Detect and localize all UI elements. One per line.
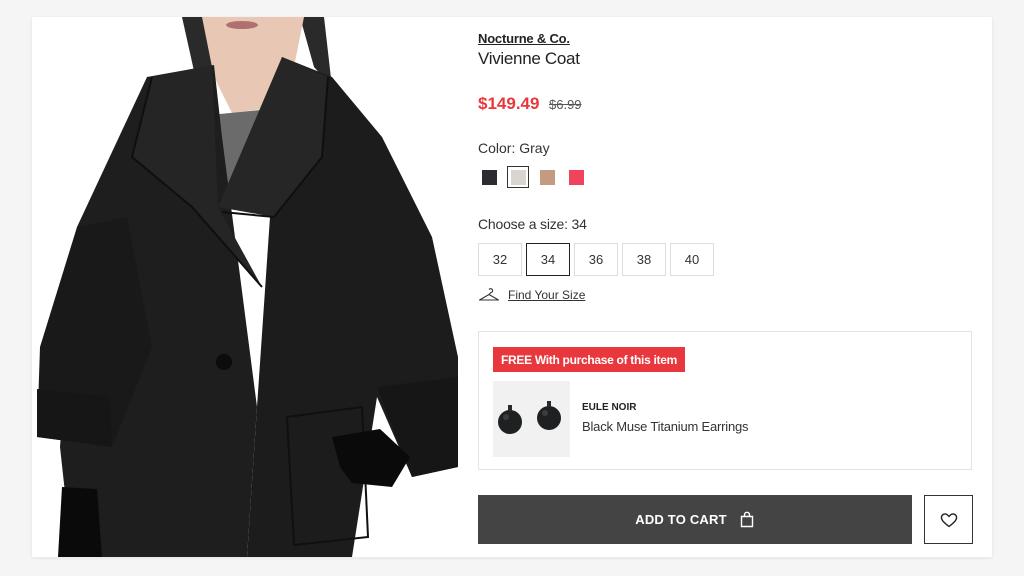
product-details: Nocturne & Co. Vivienne Coat $149.49 $6.… xyxy=(478,17,992,557)
swatch-pink-chip xyxy=(568,169,584,185)
product-image xyxy=(32,17,458,557)
brand-link[interactable]: Nocturne & Co. xyxy=(478,31,570,46)
size-option-36[interactable]: 36 xyxy=(574,243,618,276)
size-option-40[interactable]: 40 xyxy=(670,243,714,276)
swatch-camel[interactable] xyxy=(536,166,558,188)
shopping-bag-icon xyxy=(740,511,753,528)
coat-photo xyxy=(32,17,458,557)
find-your-size-link[interactable]: Find Your Size xyxy=(478,288,585,302)
heart-icon xyxy=(940,512,957,527)
free-gift-badge: FREE With purchase of this item xyxy=(493,347,685,372)
add-to-cart-button[interactable]: ADD TO CART xyxy=(478,495,912,544)
gift-name: Black Muse Titanium Earrings xyxy=(582,419,749,434)
size-options: 32 34 36 38 40 xyxy=(478,243,714,276)
sale-price: $149.49 xyxy=(478,94,540,113)
swatch-gray-chip xyxy=(510,169,526,185)
size-option-38[interactable]: 38 xyxy=(622,243,666,276)
earrings-icon xyxy=(498,401,561,434)
color-swatches xyxy=(478,166,587,188)
size-label: Choose a size: 34 xyxy=(478,216,587,232)
size-label-prefix: Choose a size: xyxy=(478,216,568,232)
swatch-camel-chip xyxy=(539,169,555,185)
add-to-cart-label: ADD TO CART xyxy=(635,512,727,527)
selected-color: Gray xyxy=(519,140,550,156)
product-name: Vivienne Coat xyxy=(478,49,580,68)
swatch-gray[interactable] xyxy=(507,166,529,188)
swatch-black[interactable] xyxy=(478,166,500,188)
free-gift-panel: FREE With purchase of this item EULE NOI… xyxy=(478,331,972,470)
original-price: $6.99 xyxy=(549,97,582,112)
gift-image[interactable] xyxy=(493,381,570,457)
swatch-pink[interactable] xyxy=(565,166,587,188)
selected-size: 34 xyxy=(571,216,587,232)
find-your-size-label: Find Your Size xyxy=(508,288,586,302)
size-option-32[interactable]: 32 xyxy=(478,243,522,276)
gift-brand: EULE NOIR xyxy=(582,402,637,413)
swatch-black-chip xyxy=(481,169,497,185)
product-card: Nocturne & Co. Vivienne Coat $149.49 $6.… xyxy=(32,17,992,557)
size-option-34[interactable]: 34 xyxy=(526,243,570,276)
color-label-prefix: Color: xyxy=(478,140,516,156)
color-label: Color: Gray xyxy=(478,140,550,156)
wishlist-button[interactable] xyxy=(924,495,973,544)
hanger-icon xyxy=(478,288,500,301)
